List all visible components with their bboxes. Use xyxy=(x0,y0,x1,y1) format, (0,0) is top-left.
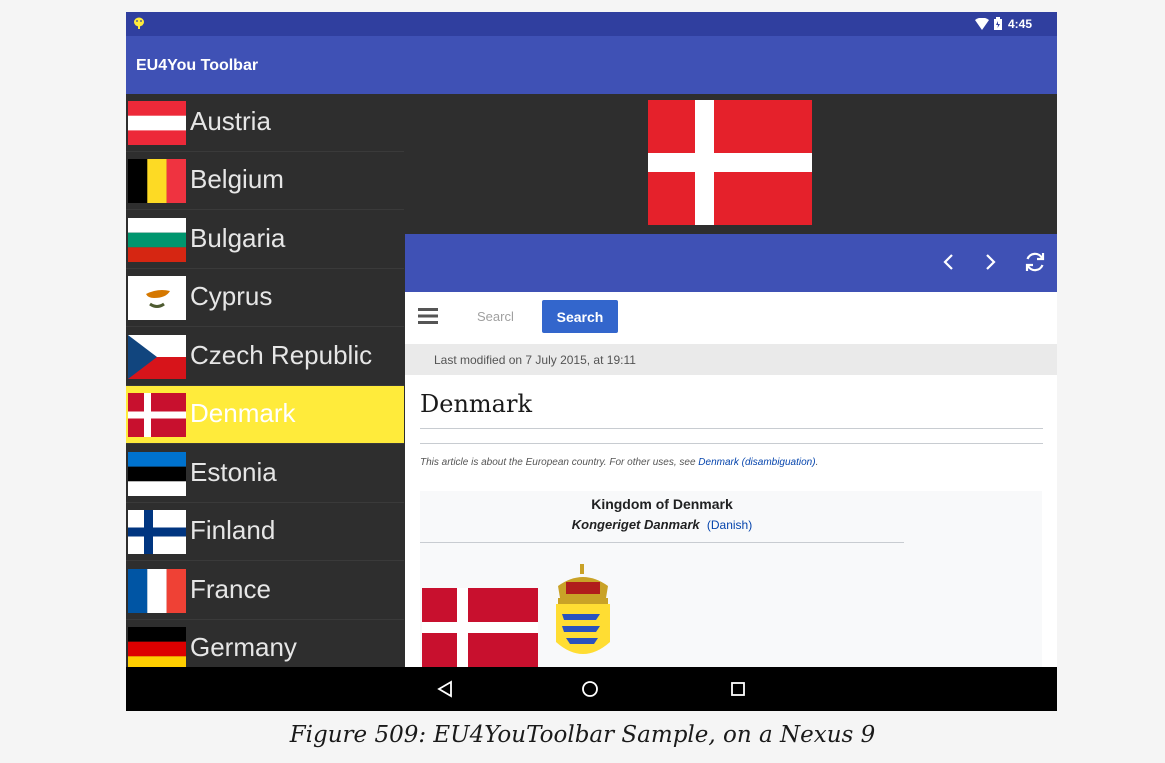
country-item-france[interactable]: France xyxy=(126,562,404,620)
app-bar: EU4You Toolbar xyxy=(126,36,1057,94)
flag-germany-icon xyxy=(128,627,186,667)
flag-denmark-large-icon xyxy=(648,100,812,225)
web-toolbar xyxy=(405,234,1057,292)
reload-button[interactable] xyxy=(1017,244,1053,280)
country-item-austria[interactable]: Austria xyxy=(126,94,404,152)
flag-bulgaria-icon xyxy=(128,218,186,262)
country-name: Estonia xyxy=(190,457,277,487)
wiki-search-bar: Searcl Search xyxy=(405,292,1057,344)
menu-icon[interactable] xyxy=(418,308,438,324)
country-name: Finland xyxy=(190,515,276,545)
flag-finland-icon xyxy=(128,510,186,554)
country-name: Belgium xyxy=(190,164,284,194)
page-title: Denmark xyxy=(420,390,532,418)
flag-denmark-infobox-icon[interactable] xyxy=(422,588,538,667)
country-name: Bulgaria xyxy=(190,223,286,253)
last-modified-text: Last modified on 7 July 2015, at 19:11 xyxy=(434,353,636,367)
back-button[interactable] xyxy=(931,244,967,280)
figure-caption: Figure 509: EU4YouToolbar Sample, on a N… xyxy=(289,722,876,748)
hatnote-text: This article is about the European count… xyxy=(420,457,699,468)
native-name-text: Kongeriget Danmark xyxy=(571,517,700,532)
flag-belgium-icon xyxy=(128,159,186,203)
country-item-bulgaria[interactable]: Bulgaria xyxy=(126,211,404,269)
country-name: Cyprus xyxy=(190,281,273,311)
country-item-estonia[interactable]: Estonia xyxy=(126,445,404,503)
country-name: Austria xyxy=(190,106,271,136)
search-input[interactable]: Searcl xyxy=(477,309,529,324)
battery-icon xyxy=(994,17,1002,30)
title-divider xyxy=(420,428,1043,429)
flag-estonia-icon xyxy=(128,452,186,496)
country-name: Germany xyxy=(190,632,297,662)
flag-czech-republic-icon xyxy=(128,335,186,379)
status-time: 4:45 xyxy=(1008,17,1033,31)
flag-cyprus-icon xyxy=(128,276,186,320)
last-modified-bar[interactable]: Last modified on 7 July 2015, at 19:11 xyxy=(405,344,1057,375)
app-title: EU4You Toolbar xyxy=(136,57,259,74)
device-screen: 4:45 EU4You Toolbar Austria Belgium Bulg… xyxy=(126,12,1057,711)
country-name: Czech Republic xyxy=(190,340,373,370)
flag-austria-icon xyxy=(128,101,186,145)
search-button[interactable]: Search xyxy=(542,300,618,333)
infobox-native-name: Kongeriget Danmark (Danish) xyxy=(420,517,904,532)
country-item-denmark[interactable]: Denmark xyxy=(126,386,404,444)
flag-france-icon xyxy=(128,569,186,613)
back-triangle-icon[interactable] xyxy=(431,675,459,703)
system-nav-bar xyxy=(126,667,1057,711)
chevron-left-icon xyxy=(943,254,953,270)
forward-button[interactable] xyxy=(972,244,1008,280)
country-item-belgium[interactable]: Belgium xyxy=(126,152,404,210)
section-divider xyxy=(420,443,1043,444)
country-list[interactable]: Austria Belgium Bulgaria Cyprus Czech Re… xyxy=(126,94,404,667)
country-item-finland[interactable]: Finland xyxy=(126,503,404,561)
chevron-right-icon xyxy=(986,254,996,270)
coat-of-arms-icon[interactable] xyxy=(544,564,622,667)
hatnote: This article is about the European count… xyxy=(420,457,818,468)
language-link[interactable]: (Danish) xyxy=(707,518,752,532)
country-name: Denmark xyxy=(190,398,296,428)
reload-icon xyxy=(1025,252,1045,272)
disambiguation-link[interactable]: Denmark (disambiguation) xyxy=(698,457,815,468)
detail-pane: Searcl Search Last modified on 7 July 20… xyxy=(405,94,1057,667)
infobox: Kingdom of Denmark Kongeriget Danmark (D… xyxy=(420,491,1042,667)
country-item-germany[interactable]: Germany xyxy=(126,620,404,667)
wifi-icon xyxy=(975,18,989,30)
country-name: France xyxy=(190,574,271,604)
home-circle-icon[interactable] xyxy=(576,675,604,703)
status-bar: 4:45 xyxy=(126,12,1057,36)
infobox-title: Kingdom of Denmark xyxy=(591,496,733,512)
hatnote-end: . xyxy=(815,457,819,468)
android-icon xyxy=(134,17,144,29)
recents-square-icon[interactable] xyxy=(724,675,752,703)
web-view[interactable]: Searcl Search Last modified on 7 July 20… xyxy=(405,292,1057,667)
flag-denmark-icon xyxy=(128,393,186,437)
country-item-czech-republic[interactable]: Czech Republic xyxy=(126,328,404,386)
country-item-cyprus[interactable]: Cyprus xyxy=(126,269,404,327)
infobox-divider xyxy=(420,542,904,543)
